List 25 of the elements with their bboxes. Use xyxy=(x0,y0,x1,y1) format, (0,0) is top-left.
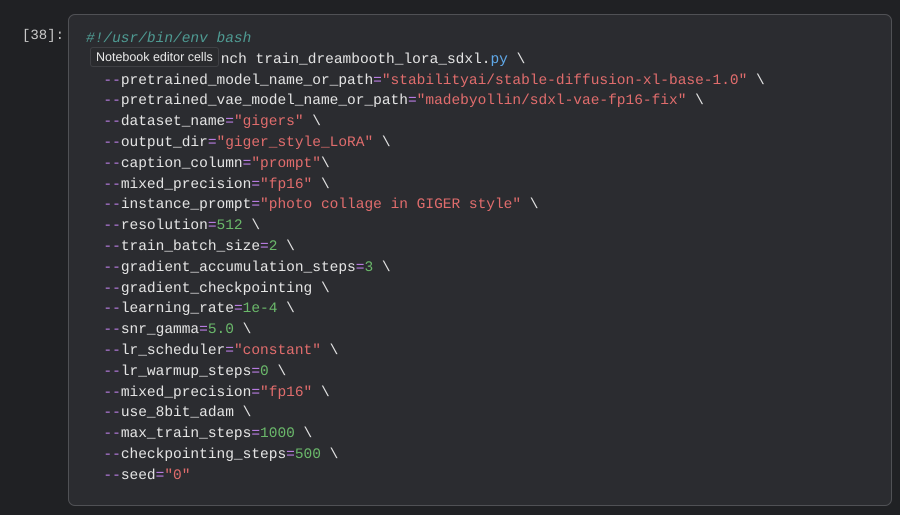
code-line: --learning_rate=1e-4 \ xyxy=(102,300,295,320)
code-line: --gradient_checkpointing \ xyxy=(102,280,330,299)
code-line: --dataset_name="gigers" \ xyxy=(102,113,321,132)
code-line: --pretrained_model_name_or_path="stabilityai/stable-diffusion-xl-base-1.0" \ xyxy=(102,72,765,91)
code-line: --instance_prompt="photo collage in GIGER style" \ xyxy=(102,196,538,216)
code-line: --snr_gamma=5.0 \ xyxy=(102,321,252,340)
code-line: --pretrained_vae_model_name_or_path="madebyollin/sdxl-vae-fp16-fix" \ xyxy=(102,92,704,112)
code-line: --checkpointing_steps=500 \ xyxy=(102,446,338,465)
code-line: #!/usr/bin/env bash xyxy=(86,30,252,49)
code-line: --resolution=512 \ xyxy=(102,217,260,236)
code-line: --caption_column="prompt"\ xyxy=(102,154,330,174)
code-line: --max_train_steps=1000 \ xyxy=(102,425,312,444)
tooltip: Notebook editor cells xyxy=(90,47,219,68)
cell-prompt: [38]: xyxy=(20,27,65,46)
code-line: --use_8bit_adam \ xyxy=(102,404,252,424)
code-line: nch train_dreambooth_lora_sdxl.py \ xyxy=(220,50,526,70)
code-line: --seed="0" xyxy=(102,466,190,486)
code-line: --mixed_precision="fp16" \ xyxy=(102,176,330,195)
code-line: --train_batch_size=2 \ xyxy=(102,238,295,257)
code-line: --output_dir="giger_style_LoRA" \ xyxy=(102,134,391,153)
code-line: --lr_warmup_steps=0 \ xyxy=(102,362,286,382)
code-cell[interactable] xyxy=(68,14,892,506)
code-line: --gradient_accumulation_steps=3 \ xyxy=(102,258,391,278)
code-line: --lr_scheduler="constant" \ xyxy=(102,342,338,361)
code-line: --mixed_precision="fp16" \ xyxy=(102,384,330,403)
